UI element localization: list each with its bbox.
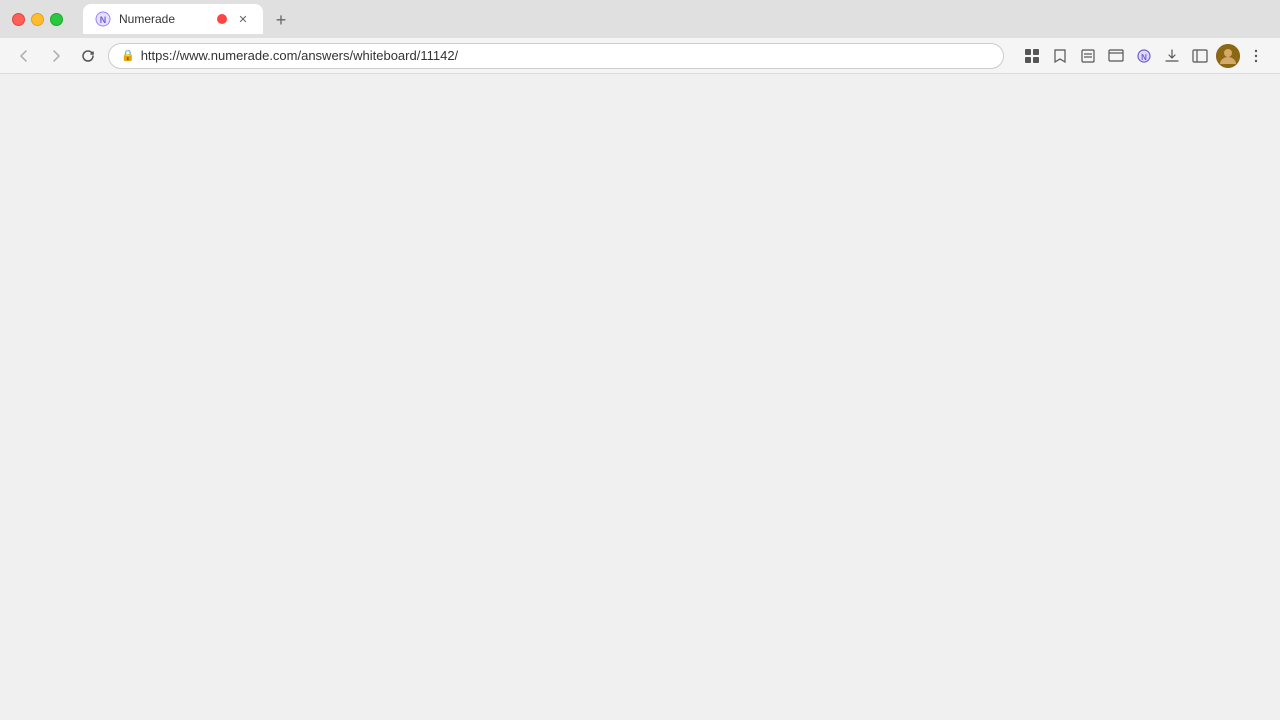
traffic-lights [12, 13, 63, 26]
maximize-window-button[interactable] [50, 13, 63, 26]
new-tab-button[interactable]: + [267, 6, 295, 34]
sidebar-button[interactable] [1188, 44, 1212, 68]
tab-title: Numerade [119, 12, 209, 26]
forward-button[interactable] [44, 44, 68, 68]
refresh-button[interactable] [76, 44, 100, 68]
browser-chrome: N Numerade ✕ + 🔒 https://www.numerade.co… [0, 0, 1280, 74]
menu-button[interactable] [1244, 44, 1268, 68]
minimize-window-button[interactable] [31, 13, 44, 26]
svg-text:N: N [100, 15, 107, 25]
close-window-button[interactable] [12, 13, 25, 26]
title-bar: N Numerade ✕ + [0, 0, 1280, 38]
lock-icon: 🔒 [121, 49, 135, 62]
browser-toolbar-icons: N [1020, 44, 1268, 68]
bookmark-button[interactable] [1048, 44, 1072, 68]
svg-text:N: N [1141, 53, 1147, 62]
tab-favicon-icon: N [95, 11, 111, 27]
reading-list-button[interactable] [1076, 44, 1100, 68]
tab-search-button[interactable] [1104, 44, 1128, 68]
extensions-button[interactable] [1020, 44, 1044, 68]
profile-avatar[interactable] [1216, 44, 1240, 68]
recording-indicator-dot [217, 14, 227, 24]
download-button[interactable] [1160, 44, 1184, 68]
address-bar: 🔒 https://www.numerade.com/answers/white… [0, 38, 1280, 74]
numerade-extension-button[interactable]: N [1132, 44, 1156, 68]
back-button[interactable] [12, 44, 36, 68]
active-tab[interactable]: N Numerade ✕ [83, 4, 263, 34]
tab-close-button[interactable]: ✕ [235, 11, 251, 27]
url-bar[interactable]: 🔒 https://www.numerade.com/answers/white… [108, 43, 1004, 69]
url-text: https://www.numerade.com/answers/whitebo… [141, 48, 991, 63]
tab-bar: N Numerade ✕ + [83, 4, 1268, 34]
